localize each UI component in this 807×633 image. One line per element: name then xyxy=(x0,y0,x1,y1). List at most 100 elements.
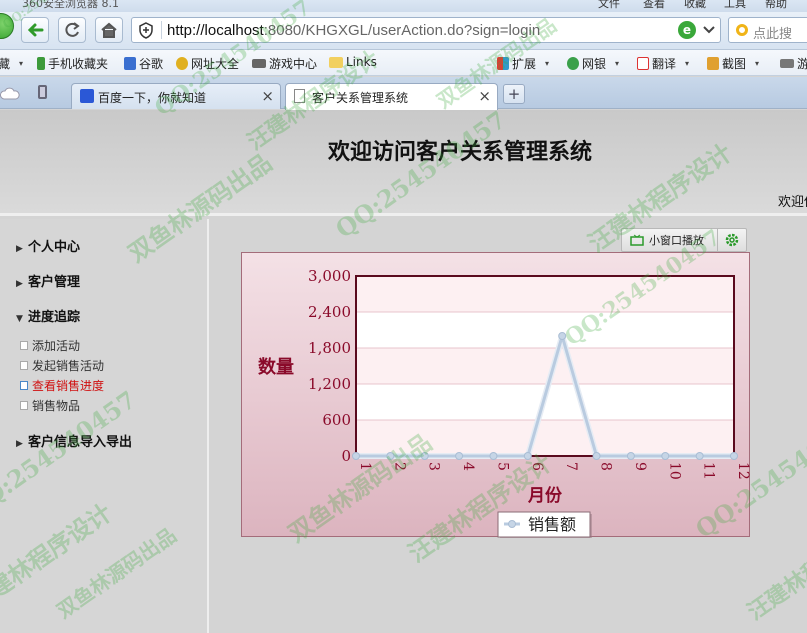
sidebar-item-import-export[interactable]: ▶ 客户信息导入导出 xyxy=(16,431,132,450)
menu-tools[interactable]: 工具 xyxy=(724,0,746,11)
cloud-icon[interactable] xyxy=(0,86,20,100)
x-axis-title: 月份 xyxy=(527,485,563,506)
sidebar-item-progress-tracking[interactable]: ▼ 进度追踪 xyxy=(16,306,80,325)
page-header: 欢迎访问客户关系管理系统 欢迎你 xyxy=(0,110,807,216)
translate-icon xyxy=(637,57,649,70)
browser-logo-icon[interactable] xyxy=(0,13,14,39)
y-tick-label: 600 xyxy=(322,411,351,429)
search-input[interactable]: 点此搜 xyxy=(728,17,807,43)
phone-icon[interactable] xyxy=(38,85,47,99)
page-body: 欢迎访问客户关系管理系统 欢迎你 ▶ 个人中心 ▶ 客户管理 ▼ 进度追踪 添加活动 … xyxy=(0,110,807,633)
sidebar-item-label: 客户管理 xyxy=(28,275,81,290)
menu-view[interactable]: 查看 xyxy=(643,0,665,11)
chevron-down-icon: ▾ xyxy=(545,59,550,68)
x-tick-label: 12 xyxy=(735,462,751,480)
tab-label: 客户关系管理系统 xyxy=(312,91,409,105)
sidebar: ▶ 个人中心 ▶ 客户管理 ▼ 进度追踪 添加活动 发起销售活动 查看销售进度 销售物… xyxy=(0,219,209,633)
data-point xyxy=(523,452,532,460)
x-tick-label: 9 xyxy=(632,462,648,471)
navigation-toolbar: http://localhost:8080/KHGXGL/userAction.… xyxy=(0,12,807,50)
fav-item-sitenav[interactable]: 网址大全 xyxy=(176,55,239,72)
refresh-button[interactable] xyxy=(58,17,86,43)
refresh-icon xyxy=(65,22,80,37)
data-point xyxy=(695,452,704,460)
plot-band xyxy=(356,348,734,384)
small-window-play-button[interactable]: 小窗口播放 xyxy=(622,229,718,251)
x-tick-label: 2 xyxy=(391,462,407,471)
fav-label: Links xyxy=(346,55,377,69)
fav-label: 游戏中心 xyxy=(269,57,318,71)
sidebar-item-personal-center[interactable]: ▶ 个人中心 xyxy=(16,236,80,255)
back-button[interactable] xyxy=(21,17,49,43)
fav-item-extensions[interactable]: 扩展 ▾ xyxy=(497,55,549,72)
page-icon xyxy=(20,341,28,350)
sidebar-item-customer-management[interactable]: ▶ 客户管理 xyxy=(16,271,80,290)
small-window-play-label: 小窗口播放 xyxy=(649,234,704,247)
home-button[interactable] xyxy=(95,17,123,43)
data-point xyxy=(420,452,429,460)
fav-item-bookmark[interactable]: 藏 ▾ xyxy=(0,55,23,72)
sidebar-subitem-label: 查看销售进度 xyxy=(32,379,105,393)
search-placeholder: 点此搜 xyxy=(753,27,793,42)
page-icon xyxy=(20,401,28,410)
tab-crm[interactable]: 客户关系管理系统 × xyxy=(285,83,498,110)
shield-icon[interactable] xyxy=(138,22,154,39)
url-path: :8080/KHGXGL/userAction.do?sign=login xyxy=(263,22,541,39)
screenshot-icon xyxy=(707,57,719,70)
fav-item-mobile[interactable]: 手机收藏夹 xyxy=(37,55,108,72)
gear-icon[interactable] xyxy=(724,232,740,248)
address-bar[interactable]: http://localhost:8080/KHGXGL/userAction.… xyxy=(131,17,721,43)
page-icon xyxy=(294,89,305,103)
gamepad-icon xyxy=(252,59,266,68)
fav-item-game[interactable]: 游 xyxy=(780,55,807,72)
sidebar-subitem-view-sales-progress[interactable]: 查看销售进度 xyxy=(20,377,104,394)
chevron-down-icon: ▾ xyxy=(755,59,760,68)
plot-band xyxy=(356,276,734,312)
fav-item-games[interactable]: 游戏中心 xyxy=(252,55,317,72)
close-icon[interactable]: × xyxy=(261,87,274,105)
fav-item-bank[interactable]: 网银 ▾ xyxy=(567,55,619,72)
chevron-down-icon: ▾ xyxy=(19,59,24,68)
address-dropdown-button[interactable] xyxy=(700,21,718,39)
page-title: 欢迎访问客户关系管理系统 xyxy=(327,140,592,165)
chevron-down-icon: ▾ xyxy=(615,59,620,68)
legend-label: 销售额 xyxy=(528,515,576,534)
x-tick-label: 8 xyxy=(598,462,614,471)
sidebar-subitem-label: 发起销售活动 xyxy=(32,359,105,373)
google-icon xyxy=(124,57,136,70)
tab-baidu[interactable]: 百度一下，你就知道 × xyxy=(71,83,281,109)
folder-icon xyxy=(329,56,343,68)
fav-label: 游 xyxy=(797,57,807,71)
search-engine-icon[interactable] xyxy=(736,24,748,36)
data-point xyxy=(730,452,738,460)
sidebar-subitem-label: 添加活动 xyxy=(32,339,81,353)
fav-item-translate[interactable]: 翻译 ▾ xyxy=(637,55,689,72)
menu-help[interactable]: 帮助 xyxy=(765,0,787,11)
fav-item-google[interactable]: 谷歌 xyxy=(124,55,163,72)
chevron-right-icon: ▶ xyxy=(16,439,23,449)
tab-bar: 百度一下，你就知道 × 客户关系管理系统 × + xyxy=(0,77,807,110)
menu-file[interactable]: 文件 xyxy=(598,0,620,11)
data-point xyxy=(386,452,395,460)
chevron-down-icon: ▼ xyxy=(16,314,23,324)
x-tick-label: 3 xyxy=(426,462,442,471)
sidebar-subitem-add-activity[interactable]: 添加活动 xyxy=(20,337,80,354)
url-host: http://localhost xyxy=(167,22,264,39)
chevron-right-icon: ▶ xyxy=(16,244,23,254)
address-url[interactable]: http://localhost:8080/KHGXGL/userAction.… xyxy=(167,22,540,39)
browser-mode-icon[interactable]: e xyxy=(678,21,696,39)
fav-item-links[interactable]: Links xyxy=(329,55,377,69)
x-tick-label: 4 xyxy=(460,462,476,471)
new-tab-button[interactable]: + xyxy=(503,84,525,104)
app-title: 360安全浏览器 8.1 xyxy=(22,0,119,10)
tv-icon xyxy=(630,234,644,246)
sidebar-subitem-sales-items[interactable]: 销售物品 xyxy=(20,397,80,414)
menu-favorites[interactable]: 收藏 xyxy=(684,0,706,11)
sidebar-subitem-start-sales[interactable]: 发起销售活动 xyxy=(20,357,104,374)
y-tick-label: 3,000 xyxy=(308,267,351,285)
fav-item-screenshot[interactable]: 截图 ▾ xyxy=(707,55,759,72)
data-point xyxy=(558,332,567,340)
close-icon[interactable]: × xyxy=(478,87,491,105)
x-tick-label: 1 xyxy=(357,462,373,471)
data-point xyxy=(592,452,601,460)
